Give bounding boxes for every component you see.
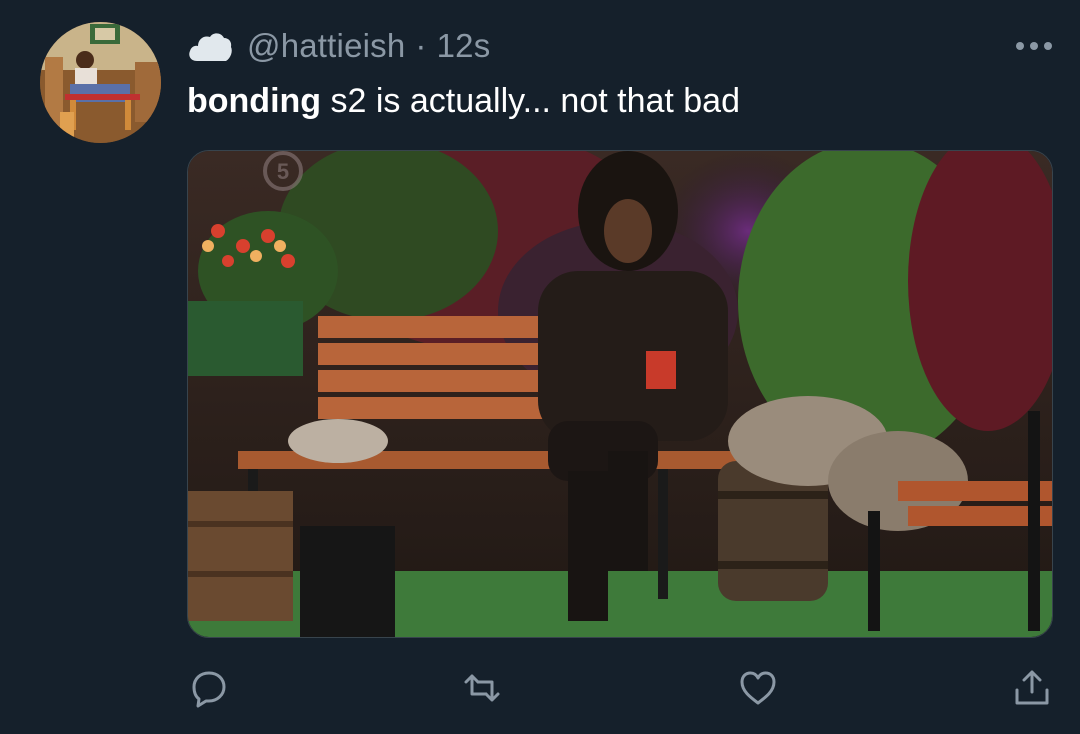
- separator-dot: ·: [415, 27, 427, 64]
- heart-icon[interactable]: [738, 668, 778, 708]
- retweet-icon[interactable]: [462, 668, 502, 708]
- timestamp[interactable]: 12s: [437, 27, 491, 65]
- tweet-media[interactable]: 5: [187, 150, 1053, 638]
- avatar[interactable]: [40, 22, 161, 143]
- tweet-header: @hattieish · 12s: [187, 24, 490, 68]
- tweet-text: bonding s2 is actually... not that bad: [187, 78, 740, 124]
- share-icon[interactable]: [1012, 668, 1052, 708]
- tweet-text-bold: bonding: [187, 82, 322, 120]
- reply-icon[interactable]: [189, 668, 229, 708]
- media-watermark: 5: [277, 159, 289, 184]
- tweet-text-rest: s2 is actually... not that bad: [321, 82, 741, 120]
- user-handle[interactable]: @hattieish: [247, 27, 405, 65]
- more-horizontal-icon[interactable]: [1014, 34, 1054, 58]
- cloud-icon: [187, 29, 233, 63]
